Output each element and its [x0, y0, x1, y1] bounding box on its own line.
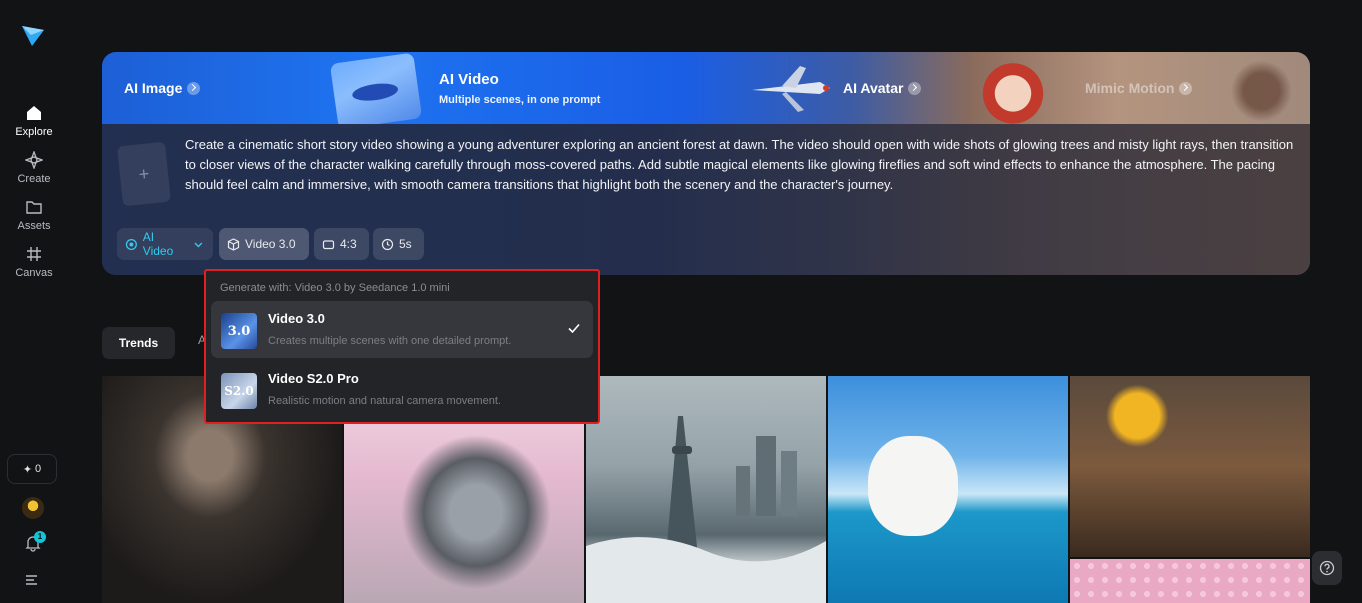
- duration-label: 5s: [399, 237, 412, 251]
- credits-pill[interactable]: ✦ 0: [7, 454, 57, 484]
- model-dropdown: Generate with: Video 3.0 by Seedance 1.0…: [204, 269, 600, 424]
- avatar-artwork: [980, 56, 1046, 124]
- tab-ai-image[interactable]: AI Image: [124, 52, 201, 124]
- tab-subtitle: Multiple scenes, in one prompt: [439, 93, 601, 106]
- plane-artwork: [752, 66, 830, 112]
- upload-image-button[interactable]: +: [116, 141, 172, 207]
- sidebar-item-explore[interactable]: Explore: [0, 104, 68, 138]
- sidebar-item-label: Canvas: [15, 267, 53, 279]
- mode-selector[interactable]: AI Video: [117, 228, 213, 260]
- app-logo-icon[interactable]: [20, 22, 46, 48]
- help-button[interactable]: [1312, 551, 1342, 585]
- model-label: Video 3.0: [245, 237, 296, 251]
- model-option-title: Video 3.0: [268, 311, 325, 326]
- tab-label: AI Image: [124, 80, 183, 96]
- dropdown-header: Generate with: Video 3.0 by Seedance 1.0…: [220, 282, 450, 294]
- prompt-input[interactable]: Create a cinematic short story video sho…: [185, 135, 1295, 195]
- duration-selector[interactable]: 5s: [373, 228, 424, 260]
- check-icon: [568, 323, 580, 334]
- chevron-right-icon: [187, 81, 201, 95]
- gallery-item[interactable]: [1070, 376, 1310, 557]
- sidebar-item-label: Create: [17, 173, 51, 185]
- chevron-down-icon: [194, 242, 203, 247]
- creation-hero: AI Image AI Video Multiple scenes, in on…: [102, 52, 1310, 275]
- avatar[interactable]: [22, 497, 44, 519]
- tab-mimic-motion[interactable]: Mimic Motion: [1085, 52, 1193, 124]
- sidebar-item-assets[interactable]: Assets: [0, 198, 68, 232]
- folder-icon: [26, 201, 42, 214]
- gallery-item[interactable]: [586, 376, 826, 603]
- prompt-panel: + Create a cinematic short story video s…: [102, 124, 1310, 275]
- tab-label: AI Video: [439, 70, 499, 88]
- mimic-motion-artwork: [1230, 58, 1300, 124]
- aspect-ratio-icon: [322, 239, 335, 249]
- sidebar-item-label: Assets: [17, 220, 51, 232]
- feature-tabs: AI Image AI Video Multiple scenes, in on…: [102, 52, 1310, 130]
- ai-video-artwork: [329, 52, 423, 130]
- tab-ai-video[interactable]: AI Video Multiple scenes, in one prompt: [439, 52, 739, 124]
- tab-label: Mimic Motion: [1085, 80, 1175, 96]
- model-selector[interactable]: Video 3.0: [219, 228, 309, 260]
- gallery-item[interactable]: [828, 376, 1068, 603]
- tower-illustration: [586, 416, 826, 603]
- sidebar-item-label: Explore: [15, 126, 53, 138]
- sparkle-icon: ✦: [22, 463, 33, 476]
- chevron-right-icon: [908, 81, 922, 95]
- ratio-label: 4:3: [340, 237, 357, 251]
- menu-icon[interactable]: [25, 573, 39, 587]
- model-option-desc: Realistic motion and natural camera move…: [268, 395, 501, 407]
- sparkle-icon: [25, 151, 43, 169]
- canvas-grid-icon: [27, 247, 41, 261]
- tab-label: AI Avatar: [843, 80, 904, 96]
- model-option-desc: Creates multiple scenes with one detaile…: [268, 335, 512, 347]
- video-mode-icon: [125, 238, 137, 250]
- tab-ai-avatar[interactable]: AI Avatar: [843, 52, 922, 124]
- sidebar-item-create[interactable]: Create: [0, 151, 68, 185]
- model-thumbnail: 3.0: [221, 313, 257, 349]
- help-icon: [1319, 560, 1335, 576]
- plus-icon: +: [137, 163, 151, 184]
- sidebar-item-canvas[interactable]: Canvas: [0, 245, 68, 279]
- credits-count: 0: [35, 463, 42, 475]
- clock-icon: [381, 238, 394, 250]
- model-thumbnail: S2.0: [221, 373, 257, 409]
- home-icon: [27, 106, 41, 120]
- tab-trends[interactable]: Trends: [102, 327, 175, 359]
- sidebar: Explore Create Assets Canvas ✦ 0 1: [0, 0, 68, 603]
- gallery-item[interactable]: [1070, 559, 1310, 603]
- model-option-title: Video S2.0 Pro: [268, 371, 359, 386]
- mode-label: AI Video: [142, 230, 174, 258]
- chevron-right-icon: [1179, 81, 1193, 95]
- model-option-video-3[interactable]: 3.0 Video 3.0 Creates multiple scenes wi…: [211, 301, 593, 358]
- aspect-ratio-selector[interactable]: 4:3: [314, 228, 369, 260]
- cube-icon: [227, 237, 240, 251]
- cat-illustration: [868, 436, 958, 536]
- notification-badge: 1: [34, 531, 46, 543]
- model-option-video-s2-pro[interactable]: S2.0 Video S2.0 Pro Realistic motion and…: [211, 361, 593, 418]
